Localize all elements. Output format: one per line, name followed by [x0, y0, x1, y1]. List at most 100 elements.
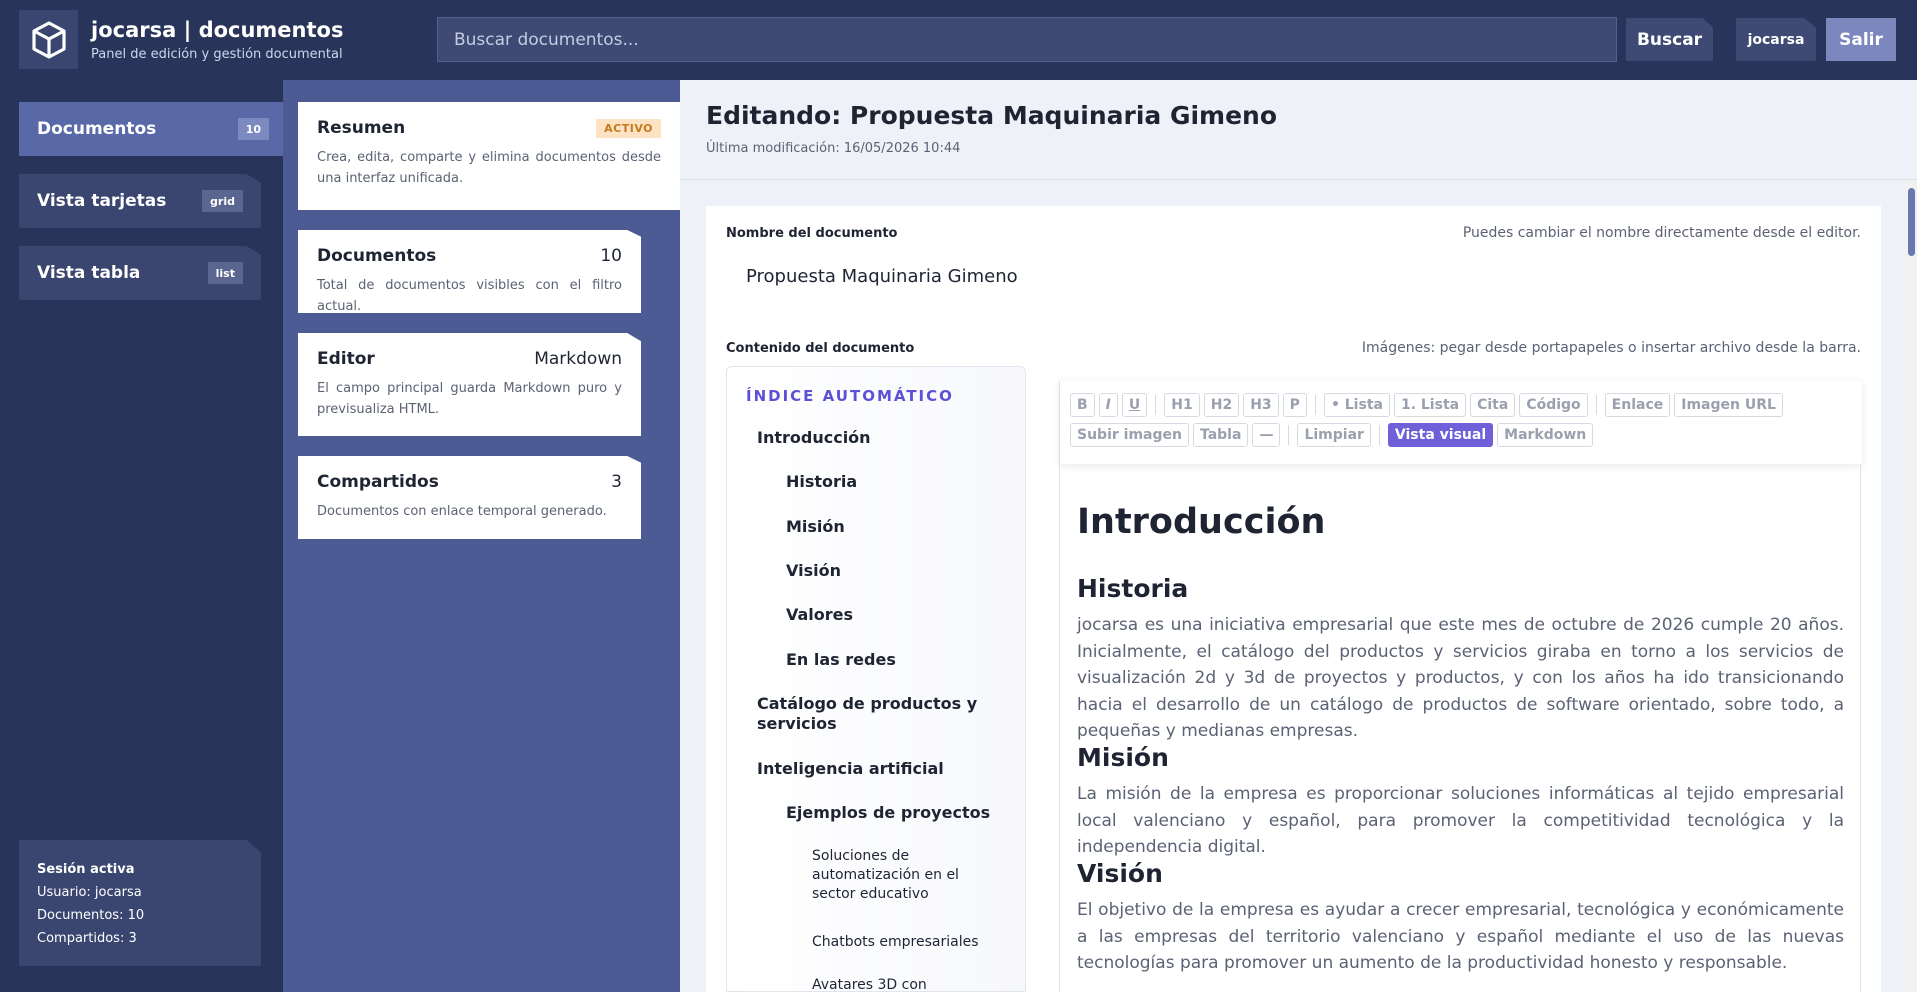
- sidebar-item-label: Documentos: [37, 119, 157, 139]
- quote-button[interactable]: Cita: [1470, 393, 1516, 417]
- toc-item[interactable]: Ejemplos de proyectos: [786, 803, 990, 823]
- section-paragraph: El objetivo de la empresa es ayudar a cr…: [1077, 900, 1844, 973]
- card-value: 3: [611, 472, 622, 492]
- view-badge: grid: [202, 190, 243, 212]
- name-hint: Puedes cambiar el nombre directamente de…: [1462, 225, 1861, 241]
- toolbar-divider: [1595, 395, 1597, 415]
- sidebar-item-documentos[interactable]: Documentos 10: [19, 102, 302, 156]
- paragraph-button[interactable]: P: [1282, 393, 1307, 417]
- summary-card-documentos[interactable]: Documentos 10 Total de documentos visibl…: [298, 230, 641, 313]
- sidebar-item-label: Vista tarjetas: [37, 191, 167, 211]
- image-url-button[interactable]: Imagen URL: [1674, 393, 1783, 417]
- section-heading: Visión: [1077, 859, 1163, 888]
- card-description: Crea, edita, comparte y elimina document…: [317, 150, 661, 186]
- toc-title: ÍNDICE AUTOMÁTICO: [746, 387, 954, 405]
- summary-card-resumen[interactable]: Resumen ACTIVO Crea, edita, comparte y e…: [298, 102, 680, 210]
- toc-item[interactable]: Introducción: [757, 428, 871, 448]
- sidebar-item-label: Vista tabla: [37, 263, 141, 283]
- brand-title: jocarsa | documentos: [91, 18, 344, 42]
- link-button[interactable]: Enlace: [1604, 393, 1671, 417]
- toc-item[interactable]: Catálogo de productos y servicios: [757, 694, 997, 734]
- search-button[interactable]: Buscar: [1626, 18, 1713, 61]
- summary-panel: Resumen ACTIVO Crea, edita, comparte y e…: [283, 80, 680, 992]
- toc-item[interactable]: Soluciones de automatización en el secto…: [812, 847, 992, 904]
- card-title: Documentos: [317, 246, 437, 266]
- toc-item[interactable]: En las redes: [786, 650, 896, 670]
- card-value: Markdown: [534, 349, 622, 369]
- section-heading: Historia: [1077, 574, 1189, 603]
- editor-header: Editando: Propuesta Maquinaria Gimeno Úl…: [680, 80, 1917, 180]
- toolbar-divider: [1288, 425, 1290, 445]
- card-title: Resumen: [317, 118, 406, 138]
- horizontal-rule-button[interactable]: —: [1252, 423, 1281, 447]
- top-header: jocarsa | documentos Panel de edición y …: [0, 0, 1917, 80]
- card-description: Total de documentos visibles con el filt…: [317, 278, 622, 314]
- view-badge: list: [207, 262, 243, 284]
- content-hint: Imágenes: pegar desde portapapeles o ins…: [1361, 340, 1861, 356]
- numbered-list-button[interactable]: 1. Lista: [1393, 393, 1467, 417]
- section-paragraph: La misión de la empresa es proporcionar …: [1077, 784, 1844, 857]
- sidebar-item-vista-tarjetas[interactable]: Vista tarjetas grid: [19, 174, 261, 228]
- brand-subtitle: Panel de edición y gestión documental: [91, 47, 343, 62]
- name-label: Nombre del documento: [726, 226, 898, 241]
- sidebar-item-vista-tabla[interactable]: Vista tabla list: [19, 246, 261, 300]
- summary-card-compartidos[interactable]: Compartidos 3 Documentos con enlace temp…: [298, 456, 641, 539]
- bold-button[interactable]: B: [1070, 393, 1095, 417]
- code-button[interactable]: Código: [1519, 393, 1588, 417]
- toc-item[interactable]: Valores: [786, 605, 853, 625]
- markdown-view-button[interactable]: Markdown: [1497, 423, 1594, 447]
- heading2-button[interactable]: H2: [1203, 393, 1240, 417]
- toc-item[interactable]: Misión: [786, 517, 845, 537]
- card-title: Compartidos: [317, 472, 439, 492]
- content-label: Contenido del documento: [726, 341, 915, 356]
- content-heading-1: Introducción: [1077, 502, 1326, 542]
- summary-card-editor[interactable]: Editor Markdown El campo principal guard…: [298, 333, 641, 436]
- section-heading: Misión: [1077, 743, 1169, 772]
- sidebar: Documentos 10 Vista tarjetas grid Vista …: [0, 80, 302, 992]
- card-value: 10: [600, 246, 622, 266]
- clear-format-button[interactable]: Limpiar: [1297, 423, 1371, 447]
- toc-item[interactable]: Visión: [786, 561, 841, 581]
- main-scrollbar[interactable]: [1906, 180, 1917, 992]
- session-title: Sesión activa: [37, 862, 135, 877]
- toolbar-divider: [1155, 395, 1157, 415]
- toc-item[interactable]: Inteligencia artificial: [757, 759, 944, 779]
- toolbar-divider: [1314, 395, 1316, 415]
- bullet-list-button[interactable]: • Lista: [1323, 393, 1390, 417]
- toc-item[interactable]: Avatares 3D con: [812, 976, 927, 991]
- visual-view-button[interactable]: Vista visual: [1387, 423, 1494, 447]
- session-panel: Sesión activa Usuario: jocarsa Documento…: [19, 840, 261, 966]
- toc-item[interactable]: Chatbots empresariales: [812, 933, 979, 952]
- main-scroll-thumb[interactable]: [1908, 188, 1915, 256]
- italic-button[interactable]: I: [1098, 393, 1118, 417]
- logo[interactable]: [19, 10, 78, 69]
- document-form: Nombre del documento Puedes cambiar el n…: [706, 206, 1881, 992]
- section-paragraph: jocarsa es una iniciativa empresarial qu…: [1077, 615, 1844, 741]
- last-modified: Última modificación: 16/05/2026 10:44: [706, 141, 961, 156]
- heading3-button[interactable]: H3: [1243, 393, 1279, 417]
- search-input[interactable]: [437, 17, 1617, 62]
- card-description: Documentos con enlace temporal generado.: [317, 504, 607, 519]
- session-user: Usuario: jocarsa: [37, 885, 142, 900]
- count-badge: 10: [237, 118, 269, 140]
- toolbar-divider: [1378, 425, 1380, 445]
- session-documents: Documentos: 10: [37, 908, 145, 923]
- heading1-button[interactable]: H1: [1164, 393, 1200, 417]
- format-toolbar: B I U H1 H2 H3 P • Lista 1. Lista Cita C…: [1060, 381, 1862, 464]
- document-name-field[interactable]: [726, 256, 1326, 296]
- toc-panel: ÍNDICE AUTOMÁTICO Introducción Historia …: [726, 366, 1026, 992]
- session-shared: Compartidos: 3: [37, 931, 137, 946]
- status-badge: ACTIVO: [596, 118, 661, 138]
- logout-button[interactable]: Salir: [1826, 18, 1896, 61]
- page-title: Editando: Propuesta Maquinaria Gimeno: [706, 101, 1278, 130]
- editor-area: B I U H1 H2 H3 P • Lista 1. Lista Cita C…: [1059, 381, 1862, 992]
- toc-item[interactable]: Historia: [786, 472, 857, 492]
- card-title: Editor: [317, 349, 375, 369]
- upload-image-button[interactable]: Subir imagen: [1070, 423, 1189, 447]
- user-button[interactable]: jocarsa: [1736, 18, 1816, 61]
- table-button[interactable]: Tabla: [1192, 423, 1249, 447]
- cube-icon: [31, 20, 66, 59]
- document-content[interactable]: Introducción Historia jocarsa es una ini…: [1060, 464, 1862, 992]
- card-description: El campo principal guarda Markdown puro …: [317, 381, 622, 417]
- underline-button[interactable]: U: [1121, 393, 1148, 417]
